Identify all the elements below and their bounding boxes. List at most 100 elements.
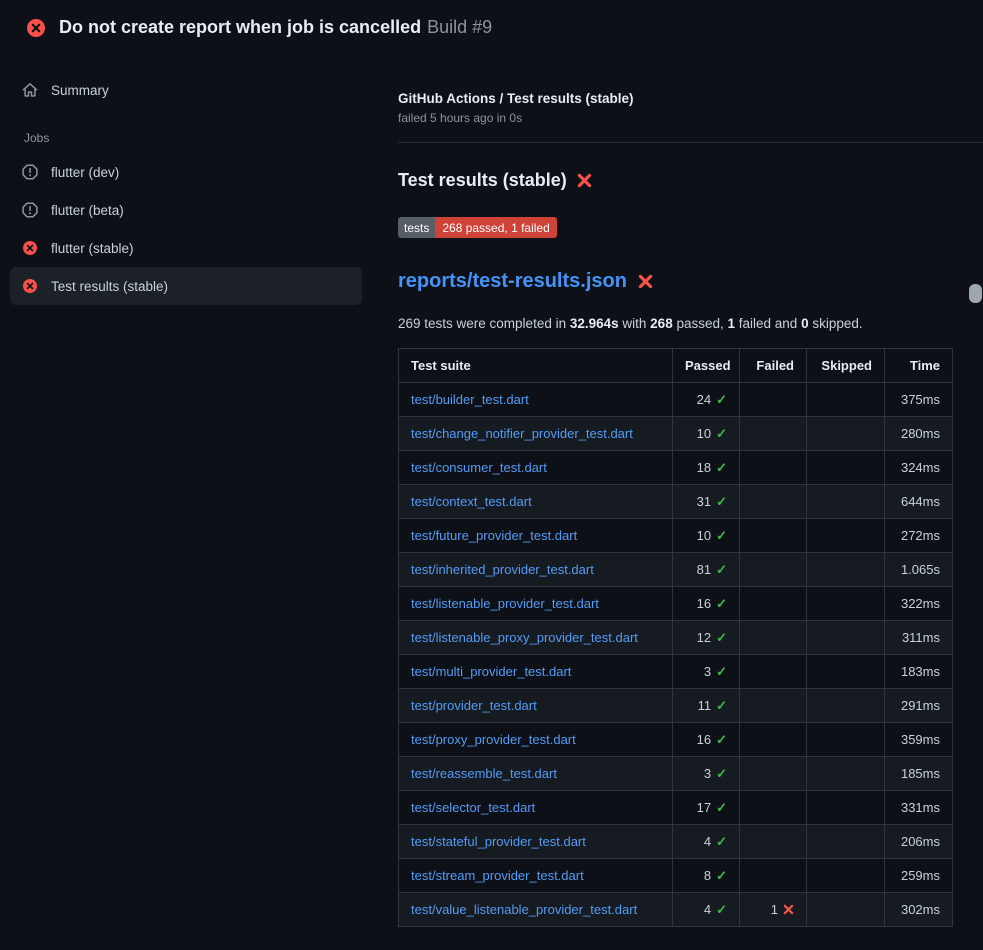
passed-cell: 10✓	[673, 417, 740, 451]
passed-cell: 4✓	[673, 893, 740, 927]
skipped-cell	[807, 553, 885, 587]
table-row: test/context_test.dart31✓644ms	[399, 485, 953, 519]
failed-cell	[740, 417, 807, 451]
test-suite-link[interactable]: test/stateful_provider_test.dart	[411, 834, 586, 849]
breadcrumb: GitHub Actions / Test results (stable)	[398, 91, 983, 106]
stop-icon	[22, 202, 38, 218]
failed-cell	[740, 587, 807, 621]
suite-cell: test/listenable_proxy_provider_test.dart	[399, 621, 673, 655]
scrollbar-thumb[interactable]	[969, 284, 982, 303]
passed-cell: 18✓	[673, 451, 740, 485]
summary-line: 269 tests were completed in 32.964s with…	[398, 316, 983, 331]
passed-cell: 17✓	[673, 791, 740, 825]
x-circle-icon	[26, 18, 46, 38]
failed-cell	[740, 791, 807, 825]
failed-cell	[740, 655, 807, 689]
test-suite-link[interactable]: test/inherited_provider_test.dart	[411, 562, 594, 577]
time-cell: 324ms	[885, 451, 953, 485]
test-suite-link[interactable]: test/context_test.dart	[411, 494, 532, 509]
test-suite-link[interactable]: test/builder_test.dart	[411, 392, 529, 407]
skipped-cell	[807, 587, 885, 621]
count-value: 81	[697, 562, 711, 577]
check-icon: ✓	[716, 630, 727, 645]
table-row: test/listenable_proxy_provider_test.dart…	[399, 621, 953, 655]
suite-cell: test/reassemble_test.dart	[399, 757, 673, 791]
failed-count: 1	[728, 316, 736, 331]
report-file-link[interactable]: reports/test-results.json	[398, 270, 627, 293]
sidebar-item-flutter-beta[interactable]: flutter (beta)	[10, 191, 362, 229]
main-content: GitHub Actions / Test results (stable) f…	[398, 51, 983, 927]
passed-cell: 4✓	[673, 825, 740, 859]
job-label: flutter (stable)	[51, 241, 134, 256]
test-suite-link[interactable]: test/stream_provider_test.dart	[411, 868, 584, 883]
skipped-cell	[807, 689, 885, 723]
failed-cell	[740, 723, 807, 757]
jobs-section-label: Jobs	[24, 131, 362, 145]
results-table-body: test/builder_test.dart24✓375mstest/chang…	[399, 383, 953, 927]
test-suite-link[interactable]: test/provider_test.dart	[411, 698, 537, 713]
col-header-passed: Passed	[673, 349, 740, 383]
skipped-cell	[807, 893, 885, 927]
check-icon: ✓	[716, 528, 727, 543]
passed-cell: 16✓	[673, 587, 740, 621]
suite-cell: test/proxy_provider_test.dart	[399, 723, 673, 757]
col-header-skipped: Skipped	[807, 349, 885, 383]
table-row: test/change_notifier_provider_test.dart 1…	[399, 417, 953, 451]
failed-cell	[740, 621, 807, 655]
test-suite-link[interactable]: test/multi_provider_test.dart	[411, 664, 571, 679]
table-row: test/listenable_provider_test.dart 16✓ 322…	[399, 587, 953, 621]
table-row: test/reassemble_test.dart3✓185ms	[399, 757, 953, 791]
check-icon: ✓	[716, 698, 727, 713]
count-value: 17	[697, 800, 711, 815]
count-value: 4	[704, 902, 711, 917]
check-icon: ✓	[716, 834, 727, 849]
failed-cell	[740, 485, 807, 519]
header: Do not create report when job is cancell…	[0, 0, 983, 51]
time-cell: 183ms	[885, 655, 953, 689]
test-suite-link[interactable]: test/listenable_proxy_provider_test.dart	[411, 630, 638, 645]
passed-cell: 3✓	[673, 655, 740, 689]
test-suite-link[interactable]: test/proxy_provider_test.dart	[411, 732, 576, 747]
table-row: test/consumer_test.dart 18✓ 324ms	[399, 451, 953, 485]
sidebar-item-summary[interactable]: Summary	[10, 71, 362, 109]
table-row: test/value_listenable_provider_test.dart…	[399, 893, 953, 927]
check-icon: ✓	[716, 460, 727, 475]
count-value: 16	[697, 732, 711, 747]
test-suite-link[interactable]: test/change_notifier_provider_test.dart	[411, 426, 633, 441]
sidebar-item-test-results-stable[interactable]: Test results (stable)	[10, 267, 362, 305]
badge-label: tests	[398, 217, 435, 238]
duration-value: 32.964s	[570, 316, 619, 331]
check-icon: ✓	[716, 732, 727, 747]
col-header-time: Time	[885, 349, 953, 383]
col-header-failed: Failed	[740, 349, 807, 383]
skipped-cell	[807, 723, 885, 757]
test-suite-link[interactable]: test/listenable_provider_test.dart	[411, 596, 599, 611]
check-run-title: Do not create report when job is cancell…	[59, 17, 421, 37]
sidebar-item-flutter-stable[interactable]: flutter (stable)	[10, 229, 362, 267]
skipped-cell	[807, 485, 885, 519]
passed-cell: 12✓	[673, 621, 740, 655]
time-cell: 272ms	[885, 519, 953, 553]
test-suite-link[interactable]: test/reassemble_test.dart	[411, 766, 557, 781]
skipped-cell	[807, 621, 885, 655]
test-suite-link[interactable]: test/future_provider_test.dart	[411, 528, 577, 543]
time-cell: 331ms	[885, 791, 953, 825]
check-icon: ✓	[716, 562, 727, 577]
time-cell: 322ms	[885, 587, 953, 621]
check-icon: ✓	[716, 596, 727, 611]
test-suite-link[interactable]: test/consumer_test.dart	[411, 460, 547, 475]
failed-cell	[740, 553, 807, 587]
count-value: 11	[698, 698, 712, 713]
results-table: Test suite Passed Failed Skipped Time te…	[398, 348, 953, 927]
time-cell: 291ms	[885, 689, 953, 723]
test-suite-link[interactable]: test/selector_test.dart	[411, 800, 535, 815]
check-result-heading: Test results (stable)	[398, 170, 983, 191]
failed-x-icon	[576, 172, 593, 189]
jobs-list: flutter (dev)flutter (beta) flutter (stab…	[10, 153, 362, 305]
count-value: 31	[697, 494, 711, 509]
sidebar-item-flutter-dev[interactable]: flutter (dev)	[10, 153, 362, 191]
suite-cell: test/future_provider_test.dart	[399, 519, 673, 553]
failed-x-icon	[637, 273, 654, 290]
passed-cell: 3✓	[673, 757, 740, 791]
test-suite-link[interactable]: test/value_listenable_provider_test.dart	[411, 902, 637, 917]
